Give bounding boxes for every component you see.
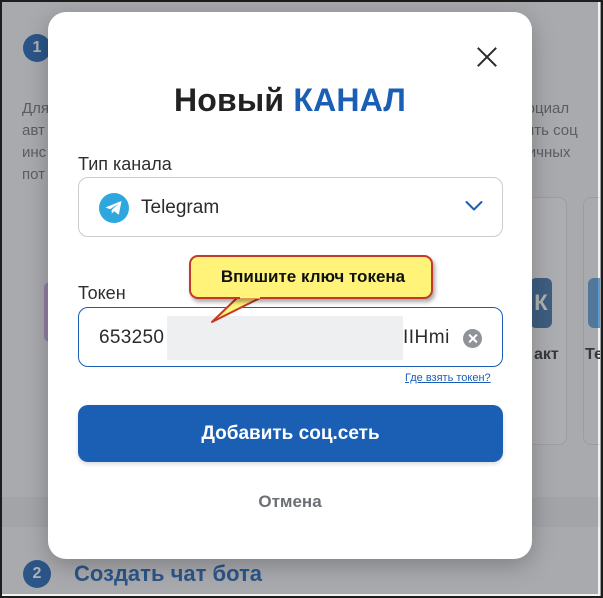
- channel-type-label: Тип канала: [78, 154, 172, 174]
- modal-title-main: Новый: [173, 82, 285, 118]
- token-redacted-area: [167, 316, 403, 360]
- modal-title: Новый КАНАЛ: [48, 82, 532, 119]
- token-value-start: 653250: [99, 327, 165, 348]
- token-input[interactable]: 653250 IIHmi: [78, 307, 503, 367]
- where-to-get-token-link[interactable]: Где взять токен?: [405, 372, 491, 384]
- modal-title-accent: КАНАЛ: [293, 82, 407, 118]
- new-channel-modal: Новый КАНАЛ Тип канала Telegram Токен 65…: [48, 12, 532, 559]
- clear-input-icon[interactable]: [463, 329, 482, 348]
- channel-type-select[interactable]: Telegram: [78, 177, 503, 237]
- token-label: Токен: [78, 283, 126, 303]
- cancel-button[interactable]: Отмена: [48, 492, 532, 512]
- telegram-icon: [99, 193, 129, 223]
- add-social-network-button[interactable]: Добавить соц.сеть: [78, 405, 503, 462]
- close-icon[interactable]: [475, 45, 499, 69]
- token-value-end: IIHmi: [403, 327, 450, 348]
- chevron-down-icon[interactable]: [465, 200, 483, 212]
- channel-type-value: Telegram: [141, 197, 220, 218]
